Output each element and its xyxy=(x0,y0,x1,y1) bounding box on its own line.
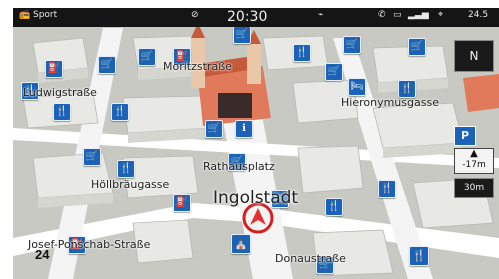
temperature: 24.5 xyxy=(468,10,489,20)
poi-shop-icon[interactable]: 🛒 xyxy=(98,56,116,74)
poi-shop-icon[interactable]: 🛒 xyxy=(138,48,156,66)
parking-icon[interactable]: P xyxy=(454,126,476,146)
poi-hotel-icon[interactable]: 🛏 xyxy=(348,78,366,96)
altitude-indicator: ▲ -17m xyxy=(454,148,494,174)
compass-button[interactable]: N xyxy=(454,40,494,72)
poi-restaurant-icon[interactable]: 🍴 xyxy=(325,198,343,216)
altitude-value: -17m xyxy=(462,160,486,170)
street-label: Ludwigstraße xyxy=(23,86,97,99)
map-view[interactable]: ⛽ 🛒 🛒 ⛽ 🛒 🍴 🛒 🛒 🛒 🍴 🍴 🍴 🛏 🍴 🛒 ℹ 🛒 🍴 🛒 ⛽ … xyxy=(13,8,499,279)
scale-indicator[interactable]: 30m xyxy=(454,178,494,198)
poi-restaurant-icon[interactable]: 🍴 xyxy=(409,246,429,266)
poi-restaurant-icon[interactable]: 🍴 xyxy=(117,160,135,178)
poi-restaurant-icon[interactable]: 🍴 xyxy=(378,180,396,198)
poi-restaurant-icon[interactable]: 🍴 xyxy=(53,103,71,121)
street-label: Moritzstraße xyxy=(163,60,232,73)
battery-icon: ▭ xyxy=(393,10,402,20)
poi-shop-icon[interactable]: 🛒 xyxy=(205,120,223,138)
poi-shop-icon[interactable]: 🛒 xyxy=(233,26,251,44)
street-label: Hieronymusgasse xyxy=(341,96,439,109)
poi-fuel-icon[interactable]: ⛽ xyxy=(173,194,191,212)
street-label: Donaustraße xyxy=(275,252,346,265)
poi-shop-icon[interactable]: 🛒 xyxy=(325,63,343,81)
signal-icon: ▂▃▅ xyxy=(408,10,429,20)
mountain-icon: ▲ xyxy=(470,148,478,159)
page-number: 24 xyxy=(35,247,50,262)
compass-label: N xyxy=(469,49,479,63)
poi-fuel-icon[interactable]: ⛽ xyxy=(45,60,63,78)
clock: 20:30 xyxy=(227,9,268,25)
street-label: Höllbräugasse xyxy=(91,178,170,191)
antenna-icon: ⌁ xyxy=(318,10,324,20)
poi-shop-icon[interactable]: 🛒 xyxy=(343,36,361,54)
status-bar: 📻 Sport ⊘ 20:30 ⌁ ✆ ▭ ▂▃▅ ⌖ 24.5 xyxy=(13,8,499,27)
gps-icon: ⌖ xyxy=(438,10,444,20)
poi-restaurant-icon[interactable]: 🍴 xyxy=(293,44,311,62)
scale-label: 30m xyxy=(463,183,485,193)
city-label: Ingolstadt xyxy=(213,188,299,208)
source-label: Sport xyxy=(33,10,58,20)
poi-restaurant-icon[interactable]: 🍴 xyxy=(111,103,129,121)
radio-source-icon: 📻 xyxy=(19,10,31,20)
poi-shop-icon[interactable]: 🛒 xyxy=(83,148,101,166)
street-label: Rathausplatz xyxy=(203,160,275,173)
parking-label: P xyxy=(460,129,470,142)
mute-icon: ⊘ xyxy=(191,10,199,20)
poi-landmark-icon[interactable]: ⛪ xyxy=(231,234,251,254)
navigation-screen: ⛽ 🛒 🛒 ⛽ 🛒 🍴 🛒 🛒 🛒 🍴 🍴 🍴 🛏 🍴 🛒 ℹ 🛒 🍴 🛒 ⛽ … xyxy=(0,0,499,279)
poi-info-icon[interactable]: ℹ xyxy=(235,120,253,138)
poi-shop-icon[interactable]: 🛒 xyxy=(408,38,426,56)
phone-icon: ✆ xyxy=(378,10,386,20)
